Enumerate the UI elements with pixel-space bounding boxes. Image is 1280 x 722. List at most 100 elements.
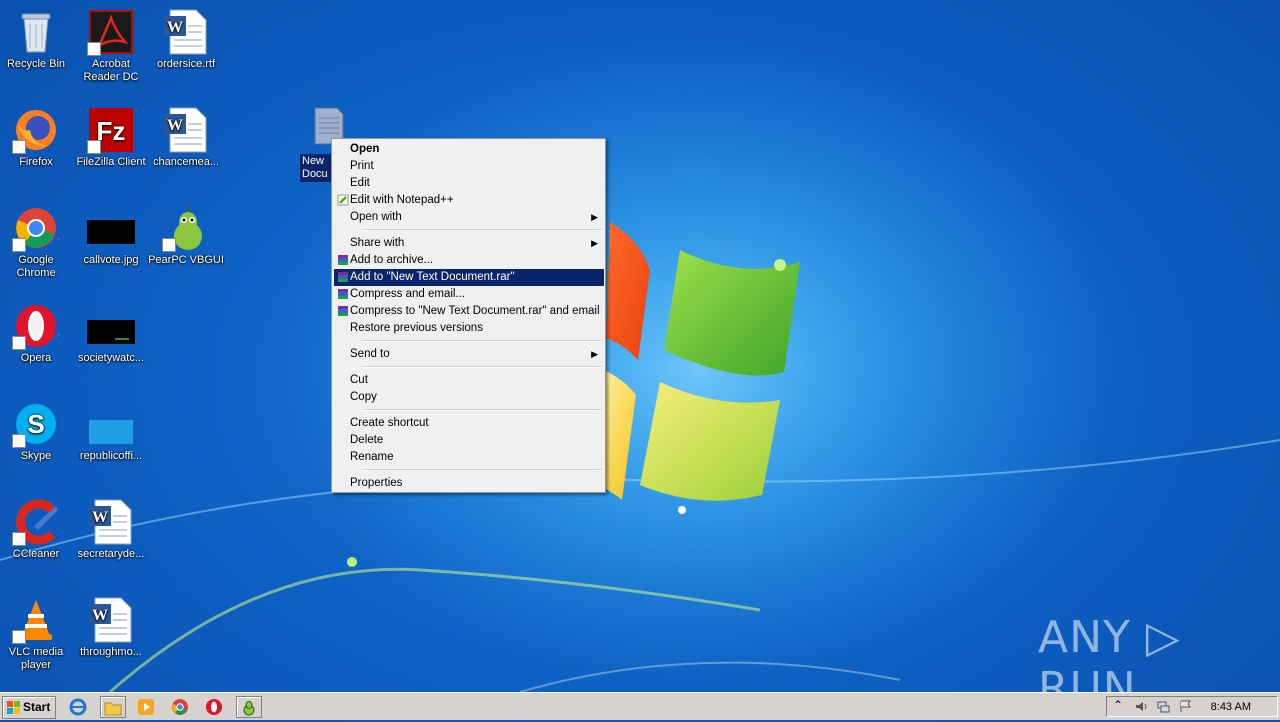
icon-label: callvote.jpg — [83, 254, 139, 266]
winrar-icon — [338, 289, 348, 299]
desktop-icon-firefox[interactable]: Firefox — [0, 106, 74, 169]
tray-expand-icon[interactable]: ⌃ — [1113, 698, 1126, 712]
desktop-icon-throughmore[interactable]: W throughmo... — [73, 596, 149, 659]
menu-separator — [362, 469, 602, 471]
desktop-icon-secretarydesk[interactable]: W secretaryde... — [73, 498, 149, 561]
icon-label: ordersice.rtf — [156, 58, 216, 70]
menu-item-print[interactable]: Print — [334, 158, 604, 175]
icon-label: secretaryde... — [77, 548, 145, 560]
internet-explorer-icon — [69, 698, 87, 716]
menu-item-copy[interactable]: Copy — [334, 389, 604, 406]
taskbar-chrome[interactable] — [168, 696, 192, 718]
taskbar: Start ⌃ 8:43 AM — [0, 692, 1280, 720]
start-button[interactable]: Start — [2, 696, 56, 719]
word-document-icon: W — [164, 107, 207, 153]
word-document-icon: W — [89, 499, 132, 545]
menu-item-compress-to-rar-and-email[interactable]: Compress to "New Text Document.rar" and … — [334, 303, 604, 320]
menu-item-edit-with-notepadpp[interactable]: Edit with Notepad++ — [334, 192, 604, 209]
winrar-icon — [338, 272, 348, 282]
icon-label: FileZilla Client — [76, 156, 146, 168]
action-center-flag-icon[interactable] — [1179, 700, 1192, 713]
menu-item-cut[interactable]: Cut — [334, 372, 604, 389]
icon-label: VLC media player — [8, 646, 64, 671]
menu-item-send-to[interactable]: Send to ▶ — [334, 346, 604, 363]
taskbar-pearpc[interactable] — [236, 696, 262, 718]
word-document-icon: W — [164, 9, 207, 55]
menu-item-restore-previous-versions[interactable]: Restore previous versions — [334, 320, 604, 337]
menu-separator — [362, 229, 602, 231]
image-file-icon — [87, 320, 135, 344]
menu-separator — [362, 409, 602, 411]
menu-item-add-to-archive[interactable]: Add to archive... — [334, 252, 604, 269]
shortcut-arrow-icon — [12, 336, 26, 350]
menu-item-create-shortcut[interactable]: Create shortcut — [334, 415, 604, 432]
shortcut-arrow-icon — [162, 238, 176, 252]
icon-label: chancemea... — [152, 156, 220, 168]
svg-text:W: W — [92, 509, 108, 526]
image-file-icon — [89, 420, 133, 444]
icon-label: Google Chrome — [16, 254, 56, 279]
system-tray: ⌃ 8:43 AM — [1106, 696, 1278, 717]
desktop-icon-skype[interactable]: S Skype — [0, 400, 74, 463]
desktop-icon-filezilla[interactable]: Fz FileZilla Client — [73, 106, 149, 169]
shortcut-arrow-icon — [87, 140, 101, 154]
shortcut-arrow-icon — [87, 42, 101, 56]
desktop-icon-ccleaner[interactable]: CCleaner — [0, 498, 74, 561]
taskbar-file-explorer[interactable] — [100, 696, 126, 718]
anyrun-watermark: ANY ▷ RUN — [1038, 612, 1181, 692]
desktop-icon-google-chrome[interactable]: Google Chrome — [0, 204, 74, 280]
icon-label: PearPC VBGUI — [148, 254, 224, 266]
recycle-bin-icon — [21, 13, 51, 53]
desktop-icon-callvote[interactable]: callvote.jpg — [73, 204, 149, 267]
desktop-icon-recycle-bin[interactable]: Recycle Bin — [0, 8, 74, 71]
desktop-icon-ordersice[interactable]: W ordersice.rtf — [148, 8, 224, 71]
shortcut-arrow-icon — [12, 140, 26, 154]
menu-item-properties[interactable]: Properties — [334, 475, 604, 492]
menu-item-open[interactable]: Open — [334, 141, 604, 158]
taskbar-media-player[interactable] — [134, 696, 158, 718]
desktop-icon-chancemeasure[interactable]: W chancemea... — [148, 106, 224, 169]
icon-label: CCleaner — [12, 548, 60, 560]
media-player-icon — [138, 699, 154, 715]
icon-label: Recycle Bin — [6, 58, 66, 70]
opera-icon — [206, 699, 222, 715]
icon-label: Skype — [20, 450, 52, 462]
desktop-icon-acrobat[interactable]: Acrobat Reader DC — [73, 8, 149, 84]
shortcut-arrow-icon — [12, 630, 26, 644]
icon-label: New Docu — [300, 154, 334, 182]
menu-separator — [362, 366, 602, 368]
icon-label: Opera — [20, 352, 52, 364]
winrar-icon — [338, 306, 348, 316]
menu-item-add-to-rar[interactable]: Add to "New Text Document.rar" — [334, 269, 604, 286]
menu-item-rename[interactable]: Rename — [334, 449, 604, 466]
desktop-icon-opera[interactable]: Opera — [0, 302, 74, 365]
menu-item-open-with[interactable]: Open with ▶ — [334, 209, 604, 226]
submenu-arrow-icon: ▶ — [591, 349, 598, 359]
submenu-arrow-icon: ▶ — [591, 238, 598, 248]
pear-icon — [243, 701, 255, 716]
svg-text:W: W — [167, 117, 183, 134]
shortcut-arrow-icon — [12, 532, 26, 546]
volume-icon[interactable] — [1135, 700, 1148, 713]
menu-item-edit[interactable]: Edit — [334, 175, 604, 192]
svg-text:S: S — [27, 409, 44, 439]
icon-label: societywatc... — [77, 352, 145, 364]
desktop-icon-republicoffice[interactable]: republicoffi... — [73, 400, 149, 463]
menu-separator — [362, 340, 602, 342]
windows-flag-icon — [7, 701, 20, 714]
icon-label: Firefox — [19, 156, 53, 168]
desktop[interactable]: Recycle Bin Firefox Google Chrome Opera … — [0, 0, 1280, 692]
taskbar-opera[interactable] — [202, 696, 226, 718]
taskbar-internet-explorer[interactable] — [66, 696, 90, 718]
desktop-icon-vlc[interactable]: VLC media player — [0, 596, 74, 672]
clock[interactable]: 8:43 AM — [1211, 701, 1251, 713]
notepadpp-icon — [337, 194, 349, 206]
network-icon[interactable] — [1157, 700, 1170, 713]
menu-item-compress-and-email[interactable]: Compress and email... — [334, 286, 604, 303]
shortcut-arrow-icon — [12, 238, 26, 252]
desktop-icon-pearpc[interactable]: PearPC VBGUI — [148, 204, 224, 267]
svg-text:W: W — [167, 19, 183, 36]
menu-item-delete[interactable]: Delete — [334, 432, 604, 449]
menu-item-share-with[interactable]: Share with ▶ — [334, 235, 604, 252]
desktop-icon-societywatch[interactable]: societywatc... — [73, 302, 149, 365]
